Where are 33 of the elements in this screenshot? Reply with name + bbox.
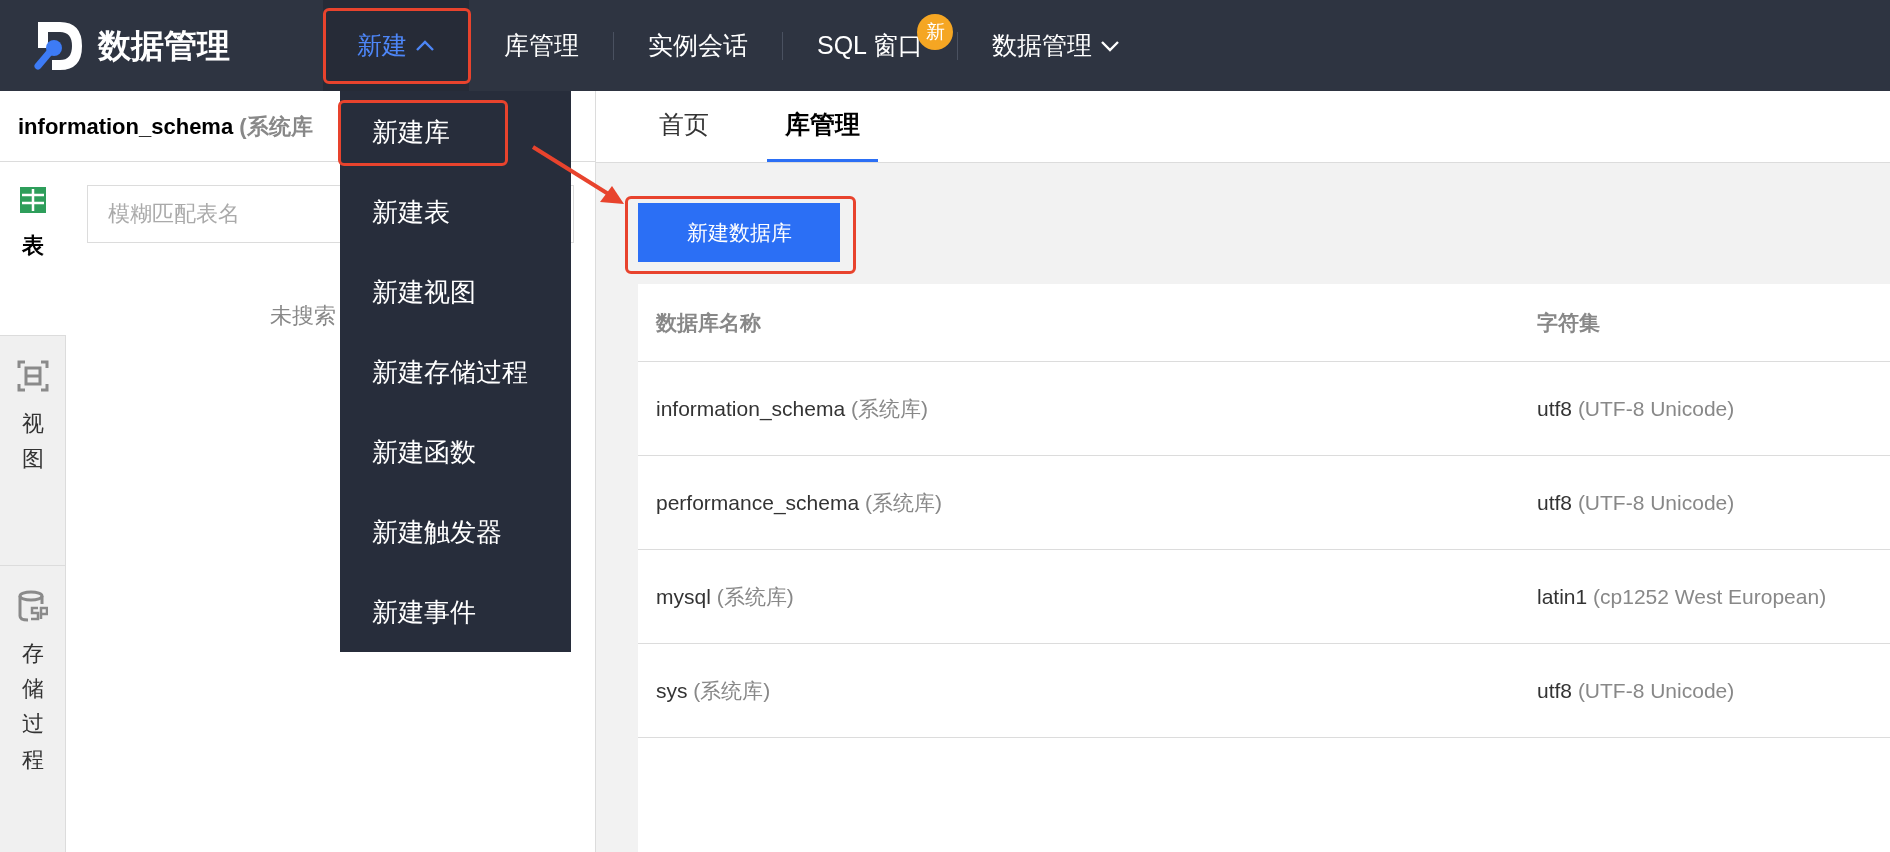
database-title: information_schema (系统库	[18, 112, 313, 141]
menu-item[interactable]: 新建函数	[340, 412, 571, 492]
nav-dropdown[interactable]: 新建	[323, 0, 469, 91]
table-cell-text: mysql (系统库)	[655, 583, 795, 610]
chevron-down-icon	[1100, 39, 1121, 52]
nav-link[interactable]: 库管理	[470, 0, 613, 91]
table-cell-text: sys (系统库)	[655, 677, 772, 704]
page-tab[interactable]: 库管理	[767, 90, 878, 162]
table-cell-text: utf8 (UTF-8 Unicode)	[1537, 677, 1735, 704]
table-cell-text: performance_schema (系统库)	[655, 489, 943, 517]
table-cell-text: utf8 (UTF-8 Unicode)	[1537, 395, 1735, 422]
menu-item[interactable]: 新建触发器	[340, 492, 571, 572]
side-tab[interactable]: 存储过程	[0, 565, 66, 852]
menu-item[interactable]: 新建存储过程	[340, 332, 571, 412]
page-tab[interactable]: 首页	[641, 90, 727, 162]
menu-item[interactable]: 新建库	[340, 92, 571, 172]
view-icon	[16, 360, 49, 392]
table-cell-text: information_schema (系统库)	[655, 395, 929, 423]
menu-item[interactable]: 新建事件	[340, 572, 571, 652]
table-icon	[19, 186, 47, 214]
menu-item[interactable]: 新建视图	[340, 252, 571, 332]
table-cell-text: utf8 (UTF-8 Unicode)	[1537, 489, 1735, 516]
empty-message: 未搜索	[270, 302, 336, 330]
chevron-up-icon	[415, 39, 435, 52]
column-header: 字符集	[1537, 309, 1600, 336]
table-cell-text: latin1 (cp1252 West European)	[1537, 583, 1827, 610]
database-sp-icon	[17, 590, 48, 622]
nav-link[interactable]: 实例会话	[614, 0, 782, 91]
create-database-button[interactable]: 新建数据库	[638, 203, 840, 262]
side-tab[interactable]: 视图	[0, 335, 66, 565]
column-header: 数据库名称	[654, 309, 762, 336]
app-title: 数据管理	[98, 25, 230, 66]
nav-dropdown[interactable]: 数据管理	[958, 0, 1155, 91]
